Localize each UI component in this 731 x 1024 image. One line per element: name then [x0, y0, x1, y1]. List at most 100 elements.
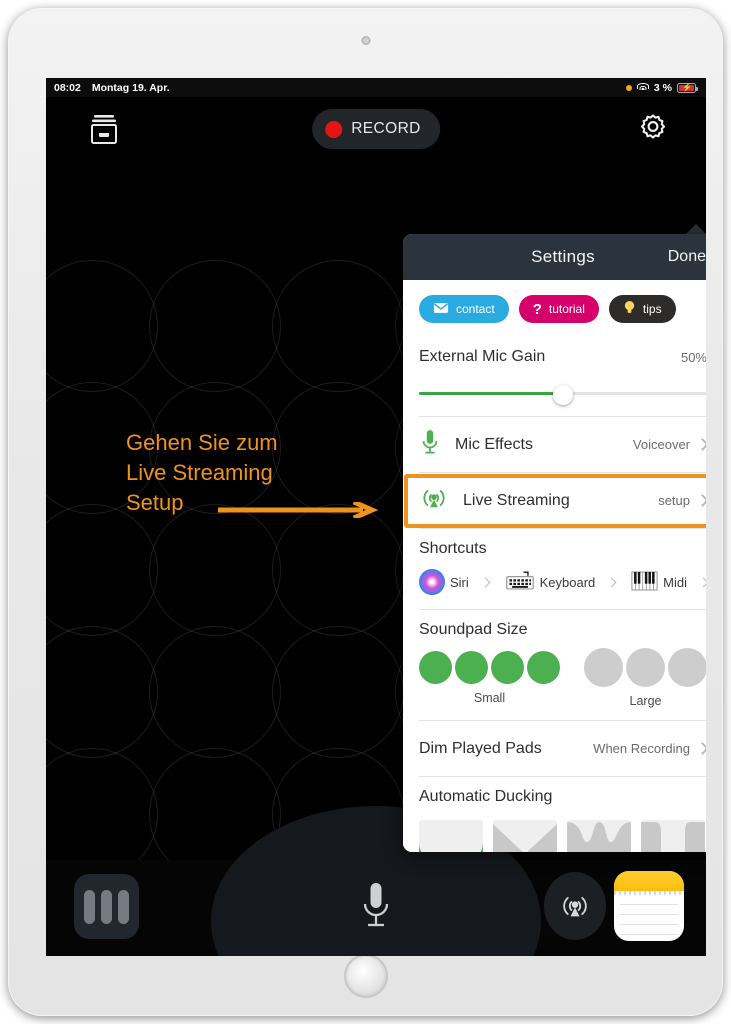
size-dot — [491, 651, 524, 684]
broadcast-icon — [419, 483, 449, 518]
status-date: Montag 19. Apr. — [91, 81, 170, 94]
question-mark-icon: ? — [532, 300, 542, 318]
live-streaming-row[interactable]: Live Streaming setup — [403, 473, 706, 528]
shortcut-siri[interactable]: Siri — [419, 569, 491, 595]
shortcuts-heading: Shortcuts — [419, 540, 487, 557]
soundpad-size-small-label: Small — [473, 691, 506, 705]
settings-popover: Settings Done contact ? tutorial tips Ex… — [403, 234, 706, 852]
notes-app-icon[interactable] — [614, 871, 684, 941]
chevron-right-icon — [606, 577, 617, 587]
mic-effects-label: Mic Effects — [455, 435, 533, 453]
contact-button[interactable]: contact — [419, 295, 509, 323]
microphone-icon[interactable] — [356, 880, 396, 934]
size-dot — [419, 651, 452, 684]
popover-body: contact ? tutorial tips External Mic Gai… — [403, 280, 706, 852]
ipad-screen: 08:02 Montag 19. Apr. 3 % ⚡ RECORD Gehen… — [46, 78, 706, 956]
keyboard-label: Keyboard — [539, 574, 596, 590]
annotation-line-1: Gehen Sie zum — [126, 430, 278, 455]
home-button[interactable] — [345, 956, 386, 996]
ducking-option-double-dip[interactable] — [567, 820, 631, 852]
automatic-ducking-heading: Automatic Ducking — [419, 788, 553, 805]
soundpad-cell[interactable] — [46, 260, 158, 392]
record-dot-icon — [325, 120, 343, 138]
slider-knob[interactable] — [553, 385, 573, 405]
soundpad-size-small-option[interactable]: Small — [419, 651, 560, 705]
slider-fill — [419, 392, 563, 395]
mic-gain-slider[interactable] — [419, 385, 706, 405]
mic-effects-row[interactable]: Mic Effects Voiceover — [403, 417, 706, 472]
dim-played-pads-row[interactable]: Dim Played Pads When Recording — [403, 721, 706, 776]
tips-label: tips — [642, 302, 662, 316]
soundpad-size-heading: Soundpad Size — [419, 621, 528, 638]
battery-charging-icon: ⚡ — [677, 82, 698, 93]
done-button[interactable]: Done — [668, 248, 706, 266]
soundpad-size-heading-wrap: Soundpad Size — [403, 610, 706, 644]
annotation-line-2: Live Streaming — [126, 460, 273, 485]
soundpad-cell[interactable] — [149, 504, 281, 636]
automatic-ducking-heading-wrap: Automatic Ducking — [403, 777, 706, 811]
soundpad-size-options: Small Large — [403, 644, 706, 708]
shortcuts-heading-wrap: Shortcuts — [403, 529, 706, 563]
live-streaming-value: setup — [658, 493, 690, 508]
soundpad-size-large-label: Large — [629, 694, 662, 708]
mixer-faders-icon[interactable] — [74, 874, 139, 939]
ducking-option-square-dip[interactable] — [641, 820, 705, 852]
broadcast-icon[interactable] — [544, 872, 606, 940]
mic-gain-row: External Mic Gain 50% — [403, 337, 706, 371]
mic-effects-value: Voiceover — [632, 437, 690, 452]
soundpad-cell[interactable] — [149, 626, 281, 758]
battery-percent-label: 3 % — [653, 81, 672, 94]
shortcut-midi[interactable]: Midi — [631, 570, 706, 594]
microphone-icon — [419, 428, 441, 461]
keyboard-icon — [505, 570, 535, 594]
size-dot — [527, 651, 560, 684]
live-streaming-label: Live Streaming — [463, 491, 570, 509]
wifi-icon — [636, 83, 649, 92]
soundpad-cell[interactable] — [272, 626, 404, 758]
record-button[interactable]: RECORD — [312, 109, 440, 149]
help-pill-row: contact ? tutorial tips — [403, 280, 706, 337]
status-time: 08:02 — [54, 81, 81, 94]
size-dot — [455, 651, 488, 684]
tutorial-button[interactable]: ? tutorial — [518, 295, 599, 323]
bottom-dock — [46, 806, 706, 956]
piano-keys-icon — [631, 570, 658, 594]
soundpad-cell[interactable] — [272, 260, 404, 392]
mic-gain-value: 50% — [680, 349, 706, 365]
tutorial-label: tutorial — [548, 302, 585, 316]
automatic-ducking-options — [403, 811, 706, 852]
dim-played-pads-label: Dim Played Pads — [419, 739, 542, 757]
status-bar: 08:02 Montag 19. Apr. 3 % ⚡ — [46, 78, 706, 97]
soundpad-cell[interactable] — [46, 626, 158, 758]
chevron-right-icon — [696, 494, 706, 507]
ducking-option-v-notch[interactable] — [493, 820, 557, 852]
lightbulb-icon — [623, 300, 636, 318]
chevron-right-icon — [696, 742, 706, 755]
soundpad-cell[interactable] — [46, 504, 158, 636]
shortcut-keyboard[interactable]: Keyboard — [505, 570, 617, 594]
ipad-device-frame: 08:02 Montag 19. Apr. 3 % ⚡ RECORD Gehen… — [8, 8, 723, 1016]
tips-button[interactable]: tips — [608, 295, 676, 323]
mic-gain-label: External Mic Gain — [419, 348, 546, 365]
midi-label: Midi — [663, 574, 687, 590]
soundpad-cell[interactable] — [149, 260, 281, 392]
app-toolbar: RECORD — [46, 97, 706, 160]
record-label: RECORD — [351, 120, 421, 137]
gear-icon[interactable] — [636, 111, 670, 145]
popover-header: Settings Done — [403, 234, 706, 280]
right-arrow-icon — [218, 499, 380, 521]
size-dot — [668, 648, 706, 687]
chevron-right-icon — [698, 577, 706, 587]
soundpad-size-large-option[interactable]: Large — [584, 648, 706, 708]
envelope-icon — [433, 302, 449, 317]
soundpad-cell[interactable] — [272, 504, 404, 636]
archive-box-icon[interactable] — [88, 113, 120, 145]
size-dot — [584, 648, 623, 687]
size-dot — [626, 648, 665, 687]
ducking-option-u-curve[interactable] — [419, 820, 483, 852]
front-camera — [361, 36, 370, 45]
chevron-right-icon — [696, 438, 706, 451]
dim-played-pads-value: When Recording — [593, 741, 690, 756]
contact-label: contact — [456, 302, 495, 316]
popover-title: Settings — [531, 247, 595, 266]
